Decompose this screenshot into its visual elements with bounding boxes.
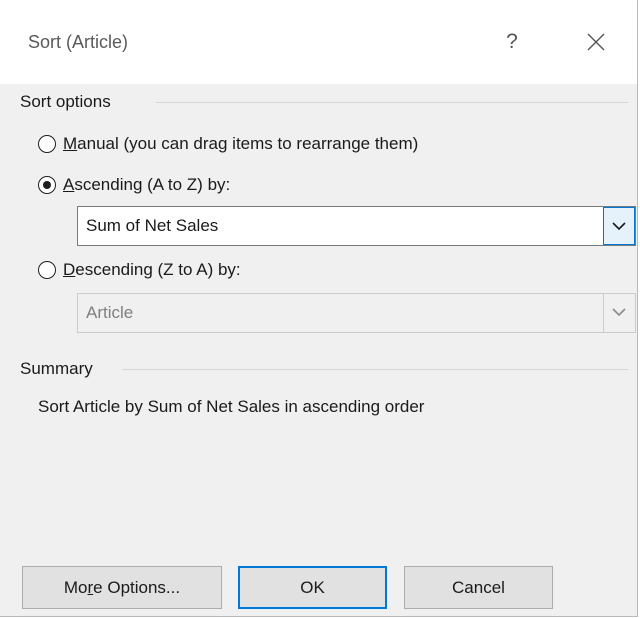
sort-dialog: Sort (Article) ? Sort options Manual (yo… (0, 0, 638, 617)
chevron-down-icon[interactable] (603, 294, 635, 332)
cancel-button[interactable]: Cancel (404, 566, 553, 609)
summary-divider (122, 369, 628, 370)
descending-field-value: Article (86, 303, 134, 322)
radio-ascending-label[interactable]: Ascending (A to Z) by: (63, 175, 230, 195)
close-icon[interactable] (580, 26, 612, 58)
radio-ascending[interactable]: Ascending (A to Z) by: (38, 172, 230, 198)
sort-options-divider (156, 102, 628, 103)
radio-descending[interactable]: Descending (Z to A) by: (38, 257, 241, 283)
dialog-title: Sort (Article) (28, 32, 129, 52)
radio-ascending-circle[interactable] (38, 176, 56, 194)
radio-manual-label[interactable]: Manual (you can drag items to rearrange … (63, 134, 418, 154)
more-options-button[interactable]: More Options... (22, 566, 222, 609)
help-icon[interactable]: ? (500, 28, 524, 56)
radio-manual[interactable]: Manual (you can drag items to rearrange … (38, 131, 418, 157)
summary-heading: Summary (20, 359, 93, 378)
sort-options-heading: Sort options (20, 92, 111, 111)
descending-field-select[interactable]: Article (77, 293, 636, 333)
ascending-field-value: Sum of Net Sales (86, 216, 219, 235)
title-bar: Sort (Article) ? (0, 0, 637, 84)
chevron-down-icon[interactable] (603, 207, 635, 245)
ascending-field-select[interactable]: Sum of Net Sales (77, 206, 636, 246)
radio-descending-label[interactable]: Descending (Z to A) by: (63, 260, 241, 280)
radio-descending-circle[interactable] (38, 261, 56, 279)
summary-text: Sort Article by Sum of Net Sales in asce… (38, 397, 425, 416)
ok-button[interactable]: OK (238, 566, 387, 609)
radio-manual-circle[interactable] (38, 135, 56, 153)
